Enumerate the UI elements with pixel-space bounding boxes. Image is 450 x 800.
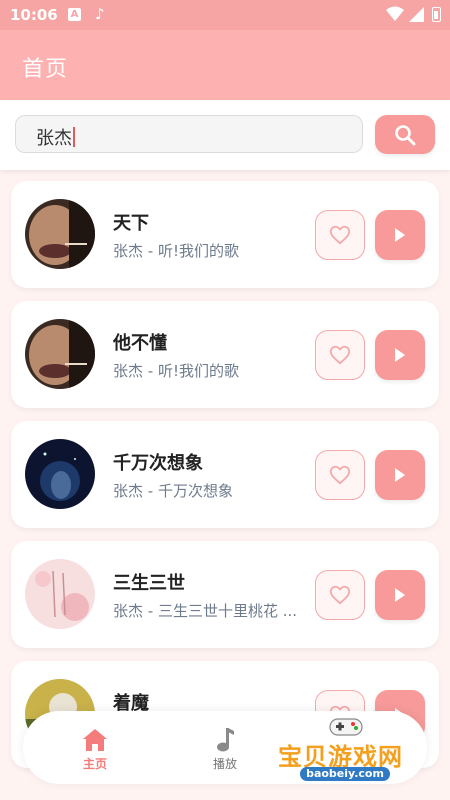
- song-title: 天下: [113, 213, 149, 234]
- album-cover: [25, 439, 95, 509]
- search-input[interactable]: 张杰: [15, 115, 363, 153]
- status-bar: 10:06 A ♪: [0, 0, 450, 30]
- like-button[interactable]: [315, 330, 365, 380]
- song-title: 千万次想象: [113, 453, 203, 474]
- a-notification-icon: A: [68, 8, 81, 21]
- album-cover: [25, 199, 95, 269]
- nav-label-home: 主页: [82, 757, 107, 771]
- like-button[interactable]: [315, 450, 365, 500]
- song-item[interactable]: 他不懂 张杰 - 听!我们的歌: [11, 301, 439, 408]
- watermark-url: baobeiy.com: [300, 767, 390, 781]
- album-cover: [25, 559, 95, 629]
- play-button[interactable]: [375, 570, 425, 620]
- battery-icon: [432, 7, 441, 22]
- music-notification-icon: ♪: [95, 5, 105, 23]
- nav-item-play[interactable]: 播放: [195, 727, 255, 772]
- play-icon: [395, 588, 405, 602]
- heart-icon: [329, 345, 351, 365]
- song-artist-album: 张杰 - 听!我们的歌: [113, 242, 239, 260]
- song-item[interactable]: 千万次想象 张杰 - 千万次想象: [11, 421, 439, 528]
- watermark-logo: 宝贝游戏网 baobeiy.com: [278, 715, 418, 785]
- music-note-icon: [217, 728, 234, 752]
- app-header: 首页: [0, 30, 450, 100]
- play-button[interactable]: [375, 330, 425, 380]
- heart-icon: [329, 465, 351, 485]
- song-title: 他不懂: [113, 333, 167, 354]
- play-icon: [395, 348, 405, 362]
- play-icon: [395, 468, 405, 482]
- heart-icon: [329, 585, 351, 605]
- play-button[interactable]: [375, 450, 425, 500]
- album-cover: [25, 319, 95, 389]
- search-input-value: 张杰: [36, 128, 72, 149]
- like-button[interactable]: [315, 210, 365, 260]
- search-icon: [395, 125, 416, 146]
- song-artist-album: 张杰 - 千万次想象: [113, 482, 233, 500]
- text-caret: [73, 127, 75, 147]
- search-bar: 张杰: [0, 100, 450, 170]
- song-item[interactable]: 天下 张杰 - 听!我们的歌: [11, 181, 439, 288]
- search-button[interactable]: [375, 115, 435, 154]
- song-artist-album: 张杰 - 三生三世十里桃花 ...: [113, 602, 298, 620]
- song-item[interactable]: 三生三世 张杰 - 三生三世十里桃花 ...: [11, 541, 439, 648]
- signal-icon: [409, 7, 424, 22]
- like-button[interactable]: [315, 570, 365, 620]
- nav-label-play: 播放: [212, 757, 237, 771]
- wifi-icon: [386, 6, 404, 21]
- song-title: 三生三世: [113, 573, 185, 594]
- nav-item-home[interactable]: 主页: [65, 727, 125, 772]
- gamepad-icon: [329, 718, 363, 736]
- heart-icon: [329, 225, 351, 245]
- status-time: 10:06: [10, 6, 58, 24]
- play-button[interactable]: [375, 210, 425, 260]
- play-icon: [395, 228, 405, 242]
- song-artist-album: 张杰 - 听!我们的歌: [113, 362, 239, 380]
- home-icon: [83, 729, 107, 751]
- page-title: 首页: [22, 57, 69, 82]
